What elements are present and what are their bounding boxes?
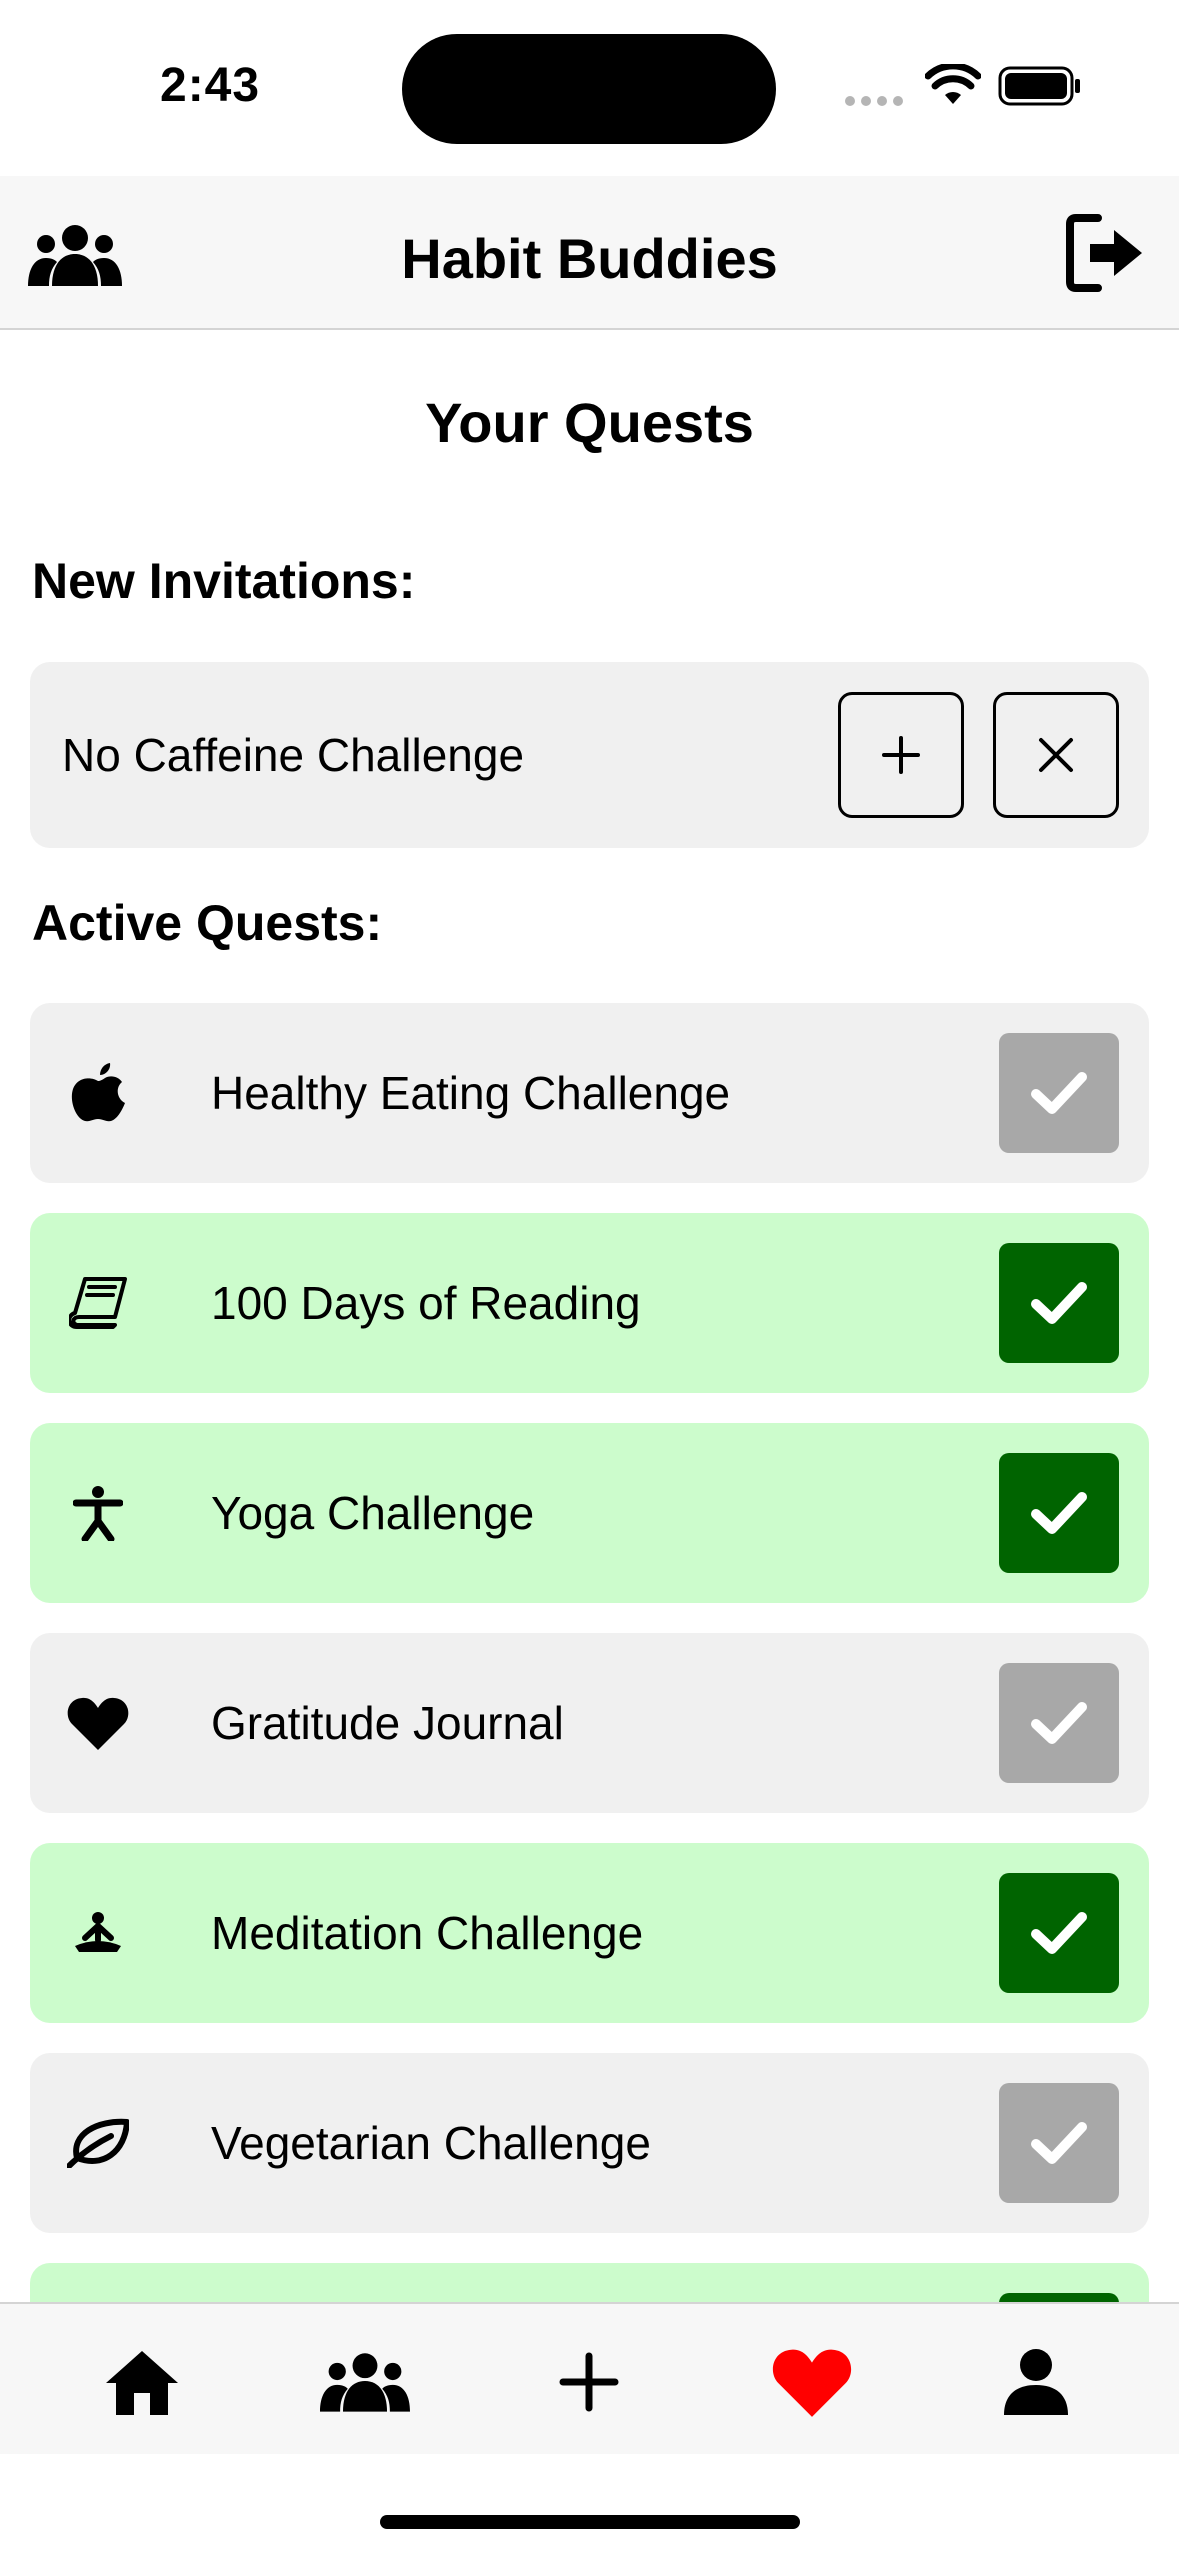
check-icon (1031, 1072, 1087, 1114)
leaf-icon (58, 2103, 138, 2183)
dynamic-island (402, 34, 776, 144)
tab-profile[interactable] (991, 2344, 1081, 2420)
active-quests-heading: Active Quests: (32, 895, 383, 951)
tab-add[interactable] (544, 2344, 634, 2420)
quest-item[interactable]: Vegetarian Challenge (30, 2053, 1149, 2233)
person-icon (1004, 2349, 1068, 2415)
quest-item[interactable]: Yoga Challenge (30, 1423, 1149, 1603)
home-icon (106, 2351, 178, 2415)
status-time: 2:43 (160, 59, 261, 112)
quest-item[interactable]: 100 Days of Reading (30, 1213, 1149, 1393)
group-icon (320, 2353, 410, 2412)
page-title: Your Quests (425, 391, 754, 454)
accept-invitation-button[interactable] (838, 692, 964, 818)
home-indicator (380, 2515, 800, 2529)
status-bar: 2:43 (0, 0, 1179, 176)
sign-out-icon[interactable] (1064, 212, 1144, 294)
wifi-icon (925, 64, 981, 104)
meditation-icon (58, 1893, 138, 1973)
check-icon (1031, 1912, 1087, 1954)
heart-icon (58, 1683, 138, 1763)
check-icon (1031, 1282, 1087, 1324)
check-icon (1031, 2122, 1087, 2164)
check-icon (1031, 1702, 1087, 1744)
complete-checkbox[interactable] (999, 1873, 1119, 1993)
decline-invitation-button[interactable] (993, 692, 1119, 818)
close-icon (1039, 738, 1073, 772)
quest-item[interactable]: Healthy Eating Challenge (30, 1003, 1149, 1183)
quest-name: Meditation Challenge (211, 1907, 644, 1959)
complete-checkbox[interactable] (999, 1033, 1119, 1153)
screen: 2:43 Habit Buddies Your Quests New Invit… (0, 0, 1179, 2556)
cellular-signal-icon (845, 96, 903, 106)
heart-icon (772, 2349, 852, 2417)
invitation-name: No Caffeine Challenge (62, 729, 525, 781)
tab-home[interactable] (97, 2344, 187, 2420)
app-title: Habit Buddies (401, 227, 778, 290)
book-icon (58, 1263, 138, 1343)
quest-name: Yoga Challenge (211, 1487, 535, 1539)
quest-item[interactable]: Meditation Challenge (30, 1843, 1149, 2023)
quest-name: Gratitude Journal (211, 1697, 564, 1749)
complete-checkbox[interactable] (999, 1243, 1119, 1363)
battery-icon (998, 66, 1080, 106)
apple-icon (58, 1053, 138, 1133)
plus-icon (559, 2352, 619, 2412)
complete-checkbox[interactable] (999, 2083, 1119, 2203)
invitations-heading: New Invitations: (32, 553, 416, 609)
quest-name: 100 Days of Reading (211, 1277, 641, 1329)
quest-name: Vegetarian Challenge (211, 2117, 651, 2169)
invitation-card: No Caffeine Challenge (30, 662, 1149, 848)
complete-checkbox[interactable] (999, 1663, 1119, 1783)
quest-item[interactable]: Gratitude Journal (30, 1633, 1149, 1813)
check-icon (1031, 1492, 1087, 1534)
quest-name: Healthy Eating Challenge (211, 1067, 731, 1119)
tab-quests[interactable] (767, 2344, 857, 2420)
tab-bar (0, 2302, 1179, 2454)
complete-checkbox[interactable] (999, 1453, 1119, 1573)
plus-icon (882, 736, 920, 774)
yoga-icon (58, 1473, 138, 1553)
app-header: Habit Buddies (0, 176, 1179, 330)
tab-friends[interactable] (320, 2344, 410, 2420)
